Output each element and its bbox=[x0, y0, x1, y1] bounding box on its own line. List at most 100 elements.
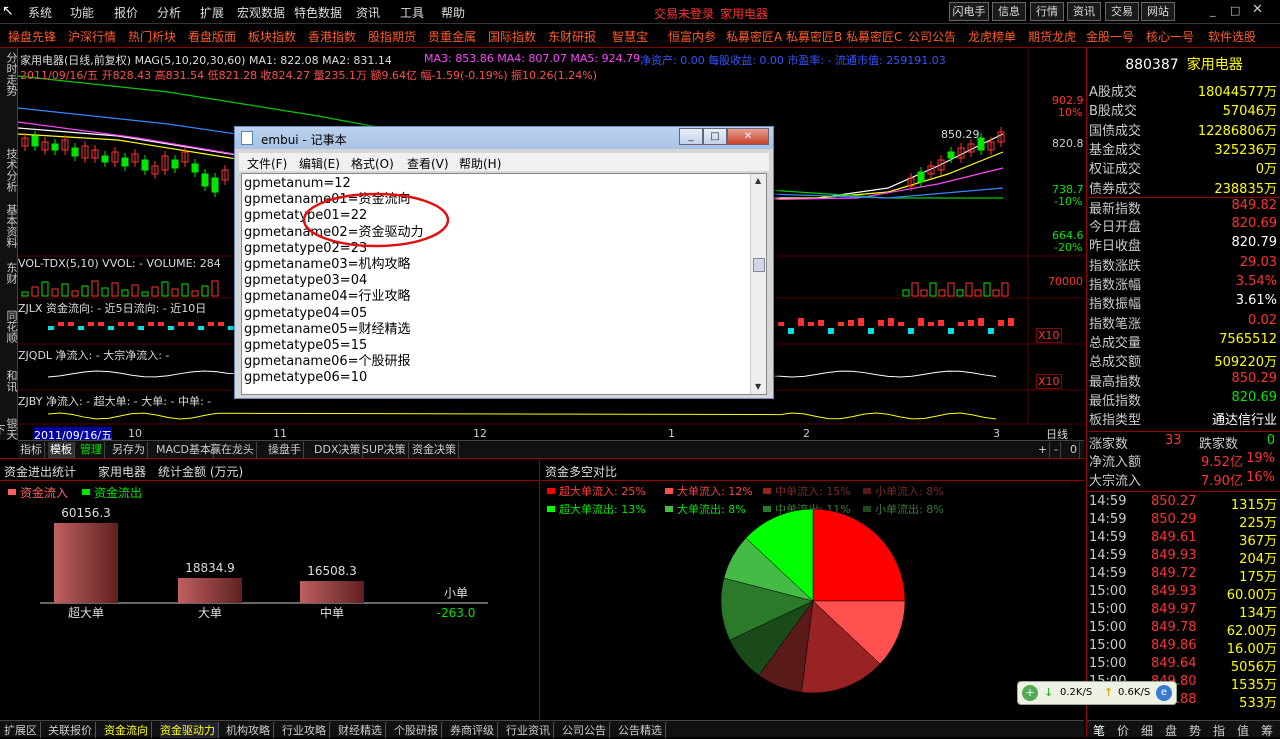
scroll-thumb[interactable] bbox=[753, 258, 765, 272]
nav-item[interactable]: 龙虎榜单 bbox=[968, 28, 1016, 45]
quote-tab[interactable]: 盘 bbox=[1165, 722, 1177, 739]
quote-tab[interactable]: 细 bbox=[1141, 722, 1153, 739]
notepad-menu-item[interactable]: 编辑(E) bbox=[299, 155, 340, 172]
nav-item[interactable]: 板块指数 bbox=[248, 28, 296, 45]
toolbar-button[interactable]: 闪电手 bbox=[949, 2, 989, 21]
status-tab[interactable]: 扩展区 bbox=[4, 722, 41, 738]
zoom-button[interactable]: 0 bbox=[1068, 442, 1080, 458]
left-vtab[interactable]: 东财 bbox=[1, 262, 18, 284]
flow-bar bbox=[788, 328, 794, 334]
status-tab[interactable]: 公告精选 bbox=[618, 722, 666, 738]
quote-tab[interactable]: 价 bbox=[1117, 722, 1129, 739]
info-label: 指数涨跌 bbox=[1089, 258, 1142, 274]
menu-item[interactable]: 系统 bbox=[28, 4, 52, 21]
status-tab[interactable]: 资金驱动力 bbox=[160, 722, 219, 738]
nav-item[interactable]: 贵重金属 bbox=[428, 28, 476, 45]
tick-row: 15:00 849.78 62.00万 bbox=[1089, 620, 1279, 639]
scroll-down-icon[interactable]: ▼ bbox=[755, 382, 761, 391]
menu-item[interactable]: 工具 bbox=[400, 4, 424, 21]
menu-item[interactable]: 功能 bbox=[70, 4, 94, 21]
notepad-scrollbar[interactable]: ▲ ▼ bbox=[750, 174, 766, 394]
status-tab[interactable]: 关联报价 bbox=[48, 722, 96, 738]
zoom-button[interactable]: + bbox=[1036, 442, 1051, 458]
left-vtab[interactable]: 基本资料 bbox=[1, 204, 18, 248]
indicator-tab[interactable]: DDX决策 bbox=[312, 442, 364, 458]
menu-item[interactable]: 报价 bbox=[114, 4, 138, 21]
menu-item[interactable]: 扩展 bbox=[200, 4, 224, 21]
nav-item[interactable]: 看盘版面 bbox=[188, 28, 236, 45]
nav-item[interactable]: 期货龙虎 bbox=[1028, 28, 1076, 45]
quote-tab[interactable]: 势 bbox=[1189, 722, 1201, 739]
status-tab[interactable]: 券商评级 bbox=[450, 722, 498, 738]
notepad-minimize-button[interactable]: _ bbox=[679, 128, 703, 145]
status-tab[interactable]: 财经精选 bbox=[338, 722, 386, 738]
menu-item[interactable]: 资讯 bbox=[356, 4, 380, 21]
left-vtab[interactable]: 技术分析 bbox=[1, 148, 18, 192]
notepad-maximize-button[interactable]: □ bbox=[703, 128, 727, 145]
left-vtab[interactable]: 和讯 bbox=[1, 370, 18, 392]
nav-item[interactable]: 私募密匠A bbox=[726, 28, 782, 45]
scroll-up-icon[interactable]: ▲ bbox=[755, 176, 761, 185]
quote-tab[interactable]: 笔 bbox=[1093, 722, 1105, 739]
menu-item[interactable]: 特色数据 bbox=[294, 4, 342, 21]
zoom-button[interactable]: - bbox=[1052, 442, 1061, 458]
menu-item[interactable]: 帮助 bbox=[441, 4, 465, 21]
menu-item[interactable]: 宏观数据 bbox=[237, 4, 285, 21]
flow-bar bbox=[998, 320, 1004, 326]
status-tab[interactable]: 资金流向 bbox=[104, 722, 152, 738]
notepad-window[interactable]: embui - 记事本 _ □ ✕ 文件(F) 编辑(E) 格式(O) 查看(V) 帮助… bbox=[234, 126, 774, 399]
quote-tab[interactable]: 值 bbox=[1237, 722, 1249, 739]
indicator-tab[interactable]: 赢在龙头 bbox=[208, 442, 257, 458]
status-tab[interactable]: 机构攻略 bbox=[226, 722, 274, 738]
nav-item[interactable]: 国际指数 bbox=[488, 28, 536, 45]
nav-item[interactable]: 香港指数 bbox=[308, 28, 356, 45]
close-icon[interactable]: ✕ bbox=[1252, 2, 1263, 17]
indicator-tab[interactable]: 管理 bbox=[78, 442, 105, 458]
nav-item[interactable]: 热门析块 bbox=[128, 28, 176, 45]
nav-item[interactable]: 私募密匠B bbox=[786, 28, 842, 45]
maximize-icon[interactable]: □ bbox=[1230, 4, 1240, 17]
nav-item[interactable]: 操盘先锋 bbox=[8, 28, 56, 45]
indicator-tab[interactable]: MACD基本 bbox=[154, 442, 214, 458]
left-vtab[interactable]: 分时走势 bbox=[1, 52, 18, 96]
menu-item[interactable]: 分析 bbox=[157, 4, 181, 21]
toolbar-button[interactable]: 信息 bbox=[992, 2, 1026, 21]
notepad-menu-item[interactable]: 查看(V) bbox=[407, 155, 449, 172]
indicator-tab[interactable]: 操盘手 bbox=[266, 442, 304, 458]
toolbar-button[interactable]: 网站 bbox=[1141, 2, 1175, 21]
nav-item[interactable]: 金股一号 bbox=[1086, 28, 1134, 45]
nav-item[interactable]: 公司公告 bbox=[908, 28, 956, 45]
notepad-titlebar[interactable]: embui - 记事本 _ □ ✕ bbox=[235, 127, 773, 149]
toolbar-button[interactable]: 行情 bbox=[1030, 2, 1064, 21]
left-vtab[interactable]: 银天下 bbox=[0, 418, 18, 440]
indicator-tab[interactable]: 另存为 bbox=[110, 442, 148, 458]
nav-item[interactable]: 私募密匠C bbox=[846, 28, 902, 45]
status-tab[interactable]: 行业资讯 bbox=[506, 722, 554, 738]
notepad-menu-item[interactable]: 帮助(H) bbox=[459, 155, 501, 172]
indicator-tab[interactable]: 资金决策 bbox=[410, 442, 459, 458]
status-tab[interactable]: 公司公告 bbox=[562, 722, 610, 738]
toolbar-button[interactable]: 交易 bbox=[1105, 2, 1139, 21]
app-logo-icon[interactable]: ↖ bbox=[2, 3, 16, 19]
nav-item[interactable]: 恒富内参 bbox=[668, 28, 716, 45]
nav-item[interactable]: 软件选股 bbox=[1208, 28, 1256, 45]
minimize-icon[interactable]: _ bbox=[1210, 4, 1216, 17]
nav-item[interactable]: 智慧宝 bbox=[612, 28, 648, 45]
status-tab[interactable]: 行业攻略 bbox=[282, 722, 330, 738]
indicator-tab[interactable]: 指标 bbox=[18, 442, 45, 458]
nav-item[interactable]: 核心一号 bbox=[1146, 28, 1194, 45]
notepad-menu-item[interactable]: 文件(F) bbox=[247, 155, 287, 172]
quote-tab[interactable]: 指 bbox=[1213, 722, 1225, 739]
indicator-tab[interactable]: SUP决策 bbox=[360, 442, 409, 458]
indicator-tab[interactable]: 模板 bbox=[48, 442, 75, 458]
left-vtab[interactable]: 同花顺 bbox=[1, 310, 18, 343]
quote-tab[interactable]: 筹 bbox=[1261, 722, 1273, 739]
notepad-menu-item[interactable]: 格式(O) bbox=[351, 155, 394, 172]
toolbar-button[interactable]: 资讯 bbox=[1067, 2, 1101, 21]
nav-item[interactable]: 沪深行情 bbox=[68, 28, 116, 45]
notepad-textarea[interactable]: gpmetanum=12 gpmetaname01=资金流向 gpmetatype0… bbox=[241, 173, 767, 395]
status-tab[interactable]: 个股研报 bbox=[394, 722, 442, 738]
notepad-close-button[interactable]: ✕ bbox=[727, 128, 769, 145]
nav-item[interactable]: 东财研报 bbox=[548, 28, 596, 45]
nav-item[interactable]: 股指期货 bbox=[368, 28, 416, 45]
